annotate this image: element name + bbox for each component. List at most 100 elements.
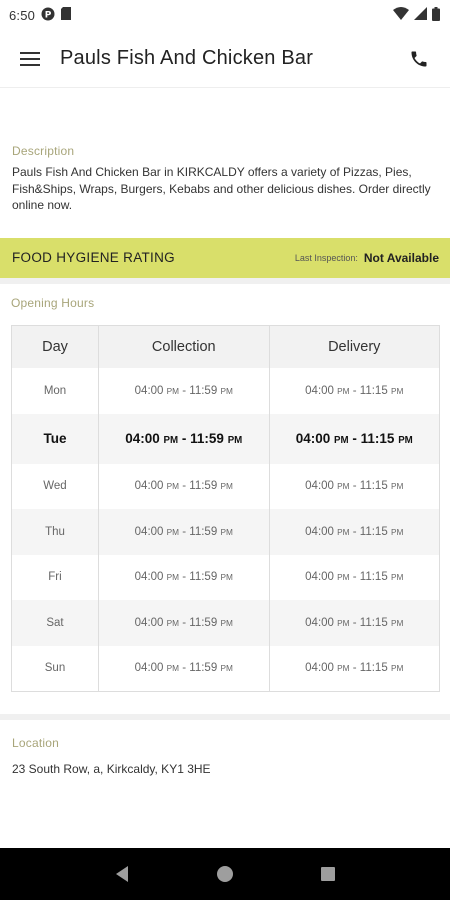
system-nav-bar: [0, 848, 450, 900]
time-value: 04:00: [134, 525, 164, 538]
inspection-label: Last Inspection:: [294, 252, 358, 263]
time-value: -: [182, 480, 187, 493]
hamburger-menu-icon[interactable]: [18, 47, 42, 71]
time-value: 04:00: [305, 525, 334, 538]
pm-suffix: PM: [220, 664, 233, 673]
opening-hours-section: Opening Hours Day Collection Delivery Mo…: [0, 284, 450, 692]
page-title: Pauls Fish And Chicken Bar: [60, 47, 314, 69]
table-row: Sat 04:00 PM - 11:59 PM 04:00 PM - 11:15 P…: [11, 600, 440, 646]
pm-suffix: PM: [334, 435, 349, 446]
time-value: 11:15: [359, 616, 388, 629]
header-delivery: Delivery: [269, 325, 440, 368]
pm-suffix: PM: [166, 482, 180, 492]
opening-hours-body: Mon 04:00 PM - 11:59 PM 04:00 PM - 11:15 P…: [11, 368, 440, 691]
time-value: 11:15: [359, 384, 388, 397]
time-value: 11:59: [189, 616, 218, 629]
pm-suffix: PM: [390, 618, 404, 628]
collection-hours-cell: 04:00 PM - 11:59 PM: [98, 509, 270, 555]
time-value: 04:00: [134, 662, 164, 674]
hygiene-title: FOOD HYGIENE RATING: [12, 250, 175, 265]
time-value: 04:00: [305, 616, 334, 629]
pm-suffix: PM: [337, 573, 350, 583]
time-value: -: [181, 431, 187, 446]
time-value: 04:00: [305, 480, 334, 493]
pm-suffix: PM: [220, 386, 233, 396]
opening-hours-table: Day Collection Delivery Mon 04:00 PM - 11…: [11, 324, 440, 692]
inspection-value: Not Available: [363, 250, 439, 265]
pm-suffix: PM: [166, 527, 180, 537]
table-header-row: Day Collection Delivery: [11, 325, 440, 368]
battery-icon: [432, 6, 440, 24]
time-value: -: [352, 384, 357, 397]
time-value: 04:00: [305, 662, 334, 674]
day-cell: Tue: [11, 413, 99, 464]
pm-suffix: PM: [390, 386, 404, 396]
time-value: 11:59: [189, 384, 218, 397]
opening-hours-label: Opening Hours: [11, 295, 95, 310]
time-value: -: [182, 571, 187, 584]
sim-card-icon: [61, 7, 72, 23]
delivery-hours-cell: 04:00 PM - 11:15 PM: [269, 463, 440, 509]
pm-suffix: PM: [337, 527, 350, 537]
description-text: Pauls Fish And Chicken Bar in KIRKCALDY …: [12, 165, 431, 212]
pm-suffix: PM: [163, 435, 179, 446]
table-row: Thu 04:00 PM - 11:59 PM 04:00 PM - 11:15 P…: [11, 509, 440, 555]
delivery-hours-cell: 04:00 PM - 11:15 PM: [269, 600, 440, 646]
description-section: Description Pauls Fish And Chicken Bar i…: [0, 88, 450, 214]
time-value: 11:15: [359, 480, 388, 493]
collection-hours-cell: 04:00 PM - 11:59 PM: [98, 413, 270, 464]
table-row: Tue 04:00 PM - 11:59 PM 04:00 PM - 11:15 P…: [11, 413, 440, 464]
pm-suffix: PM: [337, 664, 350, 673]
app-bar: Pauls Fish And Chicken Bar: [0, 30, 450, 88]
header-day: Day: [11, 325, 99, 368]
pm-suffix: PM: [390, 482, 404, 492]
pm-suffix: PM: [390, 664, 404, 673]
time-value: -: [182, 525, 187, 538]
pm-suffix: PM: [227, 435, 243, 446]
pm-suffix: PM: [166, 573, 180, 583]
time-value: 11:15: [359, 662, 388, 674]
svg-text:P: P: [45, 10, 52, 20]
delivery-hours-cell: 04:00 PM - 11:15 PM: [269, 645, 440, 691]
pm-suffix: PM: [390, 573, 404, 583]
time-value: -: [352, 480, 357, 493]
pm-suffix: PM: [220, 573, 233, 583]
delivery-hours-cell: 04:00 PM - 11:15 PM: [269, 509, 440, 555]
pm-suffix: PM: [220, 618, 233, 628]
day-cell: Sun: [11, 645, 99, 691]
pm-suffix: PM: [337, 618, 350, 628]
day-cell: Thu: [11, 509, 99, 555]
collection-hours-cell: 04:00 PM - 11:59 PM: [98, 463, 270, 509]
recents-icon[interactable]: [316, 862, 340, 886]
location-address: 23 South Row, a, Kirkcaldy, KY1 3HE: [12, 761, 211, 776]
time-value: -: [182, 662, 187, 674]
time-value: 04:00: [295, 431, 331, 446]
pm-suffix: PM: [166, 664, 180, 673]
time-value: -: [352, 616, 357, 629]
time-value: -: [352, 662, 357, 674]
time-value: 11:59: [190, 431, 224, 446]
day-cell: Sat: [11, 600, 99, 646]
pm-suffix: PM: [390, 527, 404, 537]
food-hygiene-rating-bar: FOOD HYGIENE RATING Last Inspection: Not…: [0, 237, 450, 284]
day-cell: Mon: [11, 368, 99, 414]
inspection-info: Last Inspection: Not Available: [295, 251, 439, 265]
collection-hours-cell: 04:00 PM - 11:59 PM: [98, 368, 270, 414]
wifi-icon: [393, 7, 409, 23]
time-value: 11:15: [360, 431, 395, 446]
back-icon[interactable]: [110, 862, 134, 886]
time-value: -: [352, 571, 357, 584]
collection-hours-cell: 04:00 PM - 11:59 PM: [98, 554, 270, 600]
phone-icon[interactable]: [406, 46, 432, 72]
status-time: 6:50: [9, 7, 36, 23]
table-row: Mon 04:00 PM - 11:59 PM 04:00 PM - 11:15 P…: [11, 368, 440, 414]
delivery-hours-cell: 04:00 PM - 11:15 PM: [269, 368, 440, 414]
day-cell: Wed: [11, 463, 99, 509]
location-section: Location 23 South Row, a, Kirkcaldy, KY1…: [0, 720, 450, 776]
time-value: 11:59: [189, 525, 218, 538]
time-value: 04:00: [305, 384, 334, 397]
time-value: 04:00: [134, 480, 164, 493]
status-bar: 6:50 P: [0, 0, 450, 30]
home-icon[interactable]: [213, 862, 237, 886]
table-row: Wed 04:00 PM - 11:59 PM 04:00 PM - 11:15 P…: [11, 463, 440, 509]
